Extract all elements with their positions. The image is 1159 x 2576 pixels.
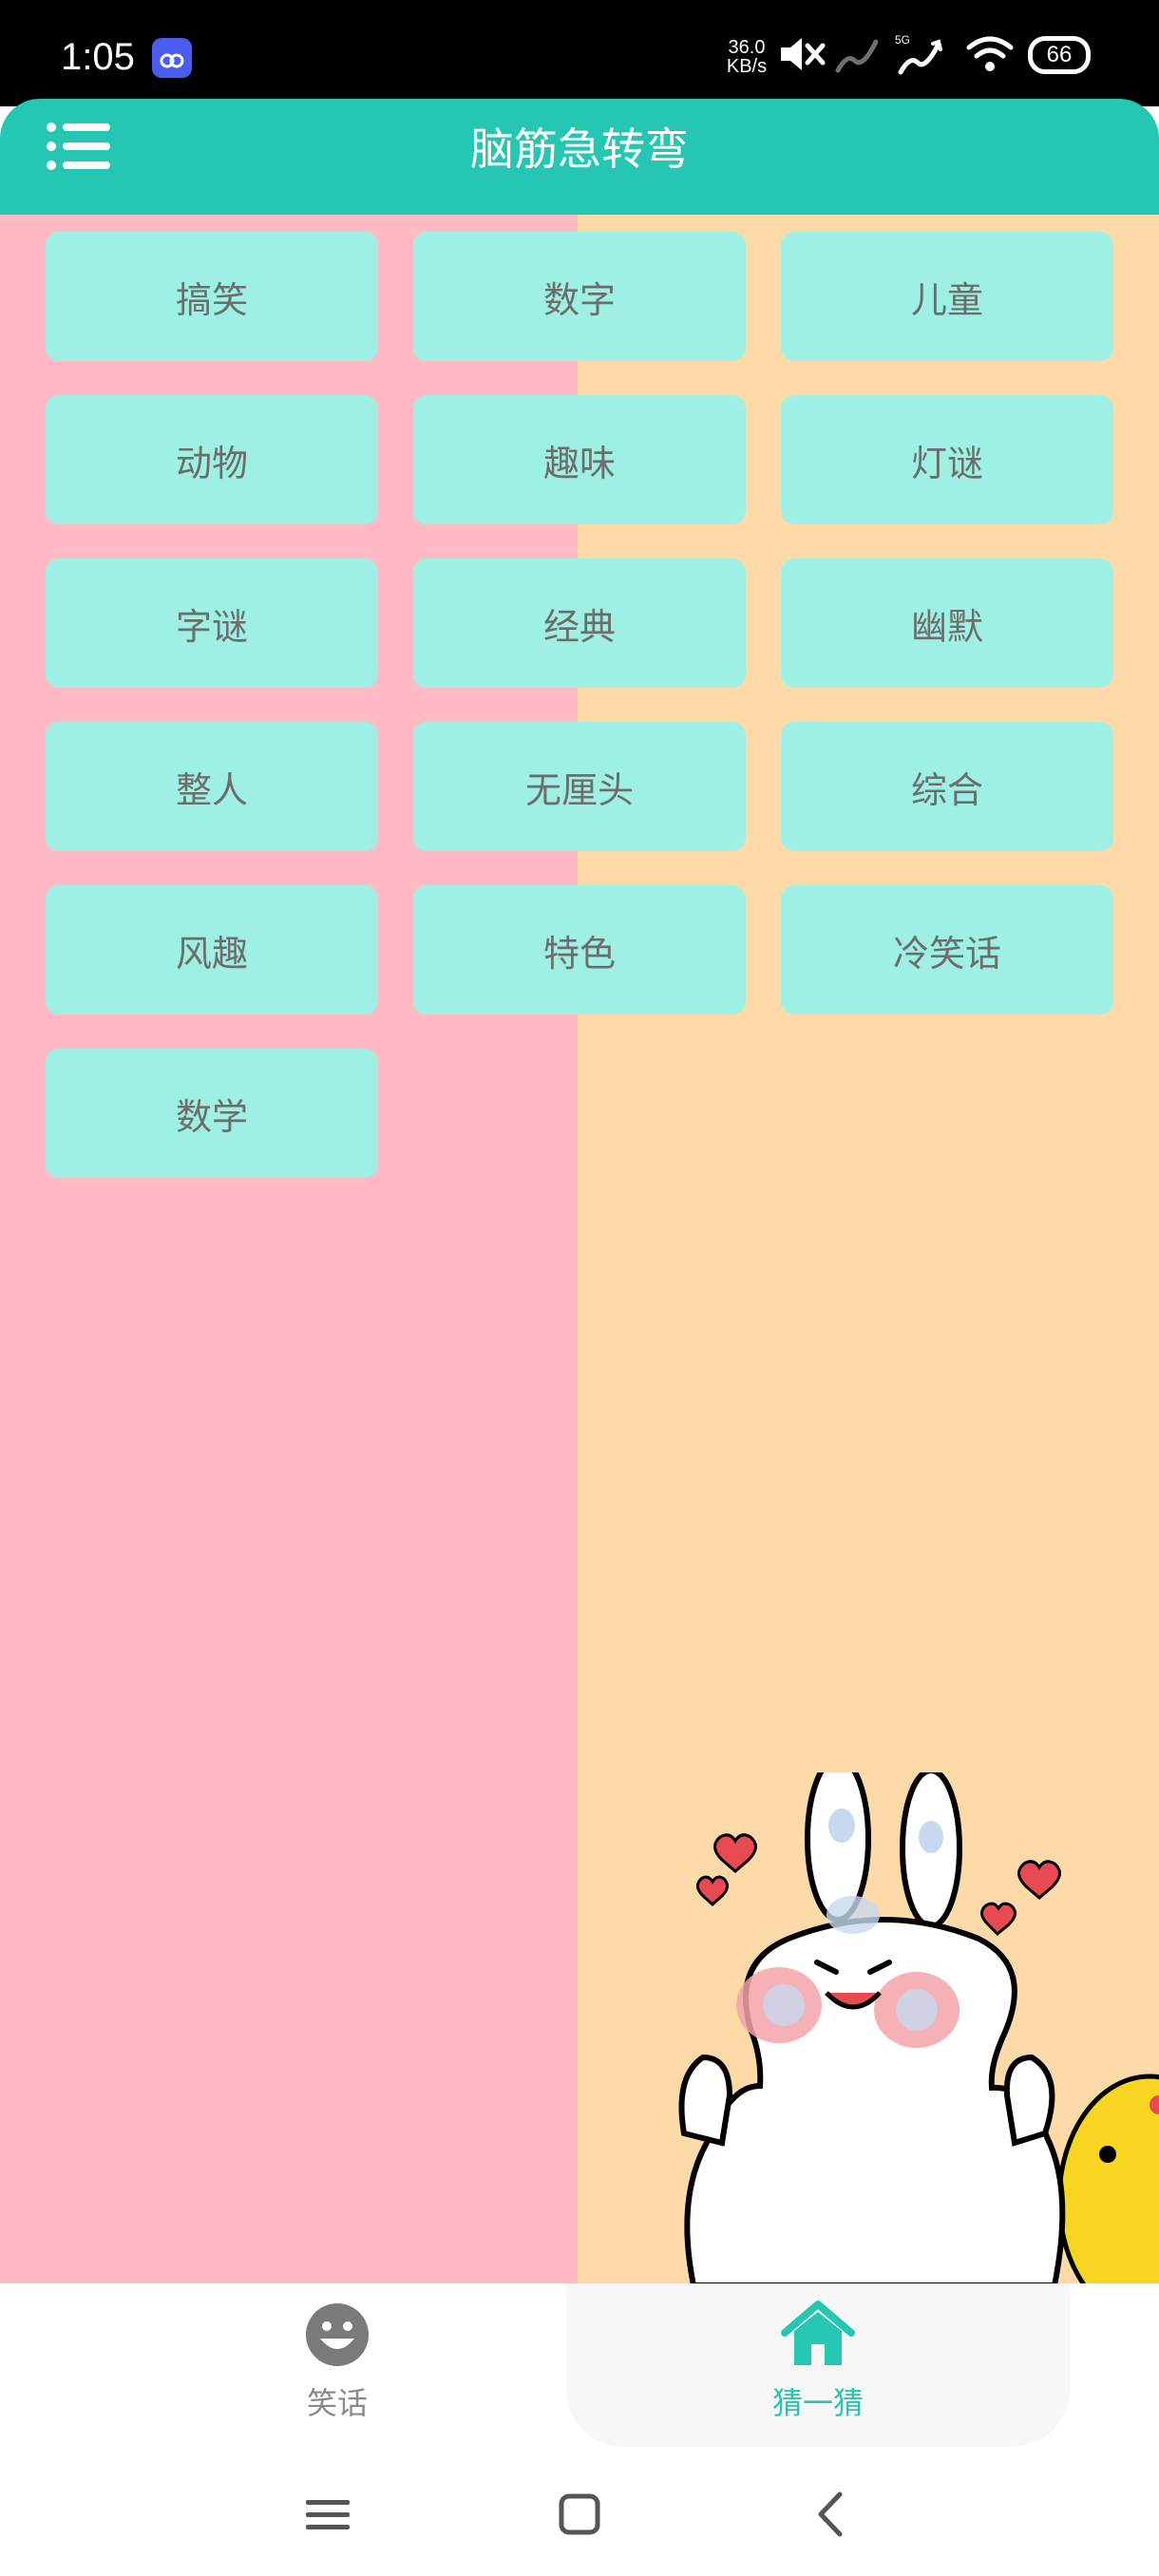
tab-guess[interactable]: 猜一猜 xyxy=(566,2283,1070,2447)
category-grid: 搞笑 数字 儿童 动物 趣味 灯谜 字谜 经典 幽默 整人 无厘头 综合 风趣 … xyxy=(46,232,1113,1178)
tab-jokes[interactable]: 笑话 xyxy=(228,2283,446,2447)
back-arrow-icon xyxy=(818,2491,843,2537)
signal-5g-icon: 5G xyxy=(893,30,950,82)
net-speed-value: 36.0 xyxy=(728,37,766,58)
wifi-icon xyxy=(965,32,1015,80)
app-screen: 1:05 36.0 KB/s 5G 66 脑筋急转弯 搞笑 数字 儿童 动物 趣… xyxy=(0,0,1159,2576)
category-button-children[interactable]: 儿童 xyxy=(781,232,1113,361)
square-icon xyxy=(559,2493,600,2535)
app-header: 脑筋急转弯 xyxy=(0,99,1159,215)
category-button-nonsense[interactable]: 无厘头 xyxy=(413,722,746,851)
system-navigation-bar xyxy=(0,2447,1159,2576)
category-button-comprehensive[interactable]: 综合 xyxy=(781,722,1113,851)
battery-icon: 66 xyxy=(1028,36,1091,74)
back-button[interactable] xyxy=(798,2481,864,2548)
category-button-lantern-riddles[interactable]: 灯谜 xyxy=(781,395,1113,524)
network-type-label: 5G xyxy=(895,33,910,47)
category-button-classic[interactable]: 经典 xyxy=(413,559,746,688)
tab-jokes-label: 笑话 xyxy=(306,2385,368,2421)
status-time: 1:05 xyxy=(61,36,135,78)
category-button-math[interactable]: 数学 xyxy=(46,1049,378,1178)
category-button-character-riddles[interactable]: 字谜 xyxy=(46,559,378,688)
category-button-animals[interactable]: 动物 xyxy=(46,395,378,524)
page-title: 脑筋急转弯 xyxy=(470,123,689,175)
category-button-humor[interactable]: 幽默 xyxy=(781,559,1113,688)
signal-icon xyxy=(834,32,882,80)
bunny-illustration xyxy=(678,1772,1159,2283)
category-button-interesting[interactable]: 趣味 xyxy=(413,395,746,524)
bottom-navigation: 笑话 猜一猜 xyxy=(0,2283,1159,2447)
menu-lines-icon xyxy=(306,2500,350,2529)
tab-guess-label: 猜一猜 xyxy=(771,2385,864,2421)
category-button-numbers[interactable]: 数字 xyxy=(413,232,746,361)
category-button-pranks[interactable]: 整人 xyxy=(46,722,378,851)
home-button[interactable] xyxy=(546,2481,613,2548)
category-button-cold-jokes[interactable]: 冷笑话 xyxy=(781,885,1113,1014)
net-speed-unit: KB/s xyxy=(726,56,768,77)
category-button-witty[interactable]: 风趣 xyxy=(46,885,378,1014)
mute-icon xyxy=(777,32,828,80)
home-icon xyxy=(781,2301,855,2365)
smiley-face-icon xyxy=(306,2303,369,2366)
recent-apps-button[interactable] xyxy=(294,2481,361,2548)
app-notification-icon xyxy=(152,38,192,78)
category-button-special[interactable]: 特色 xyxy=(413,885,746,1014)
status-bar: 1:05 36.0 KB/s 5G 66 xyxy=(0,0,1159,106)
battery-level: 66 xyxy=(1046,42,1073,67)
category-button-funny[interactable]: 搞笑 xyxy=(46,232,378,361)
net-speed: 36.0 KB/s xyxy=(718,38,775,76)
main-content: 搞笑 数字 儿童 动物 趣味 灯谜 字谜 经典 幽默 整人 无厘头 综合 风趣 … xyxy=(0,215,1159,2283)
